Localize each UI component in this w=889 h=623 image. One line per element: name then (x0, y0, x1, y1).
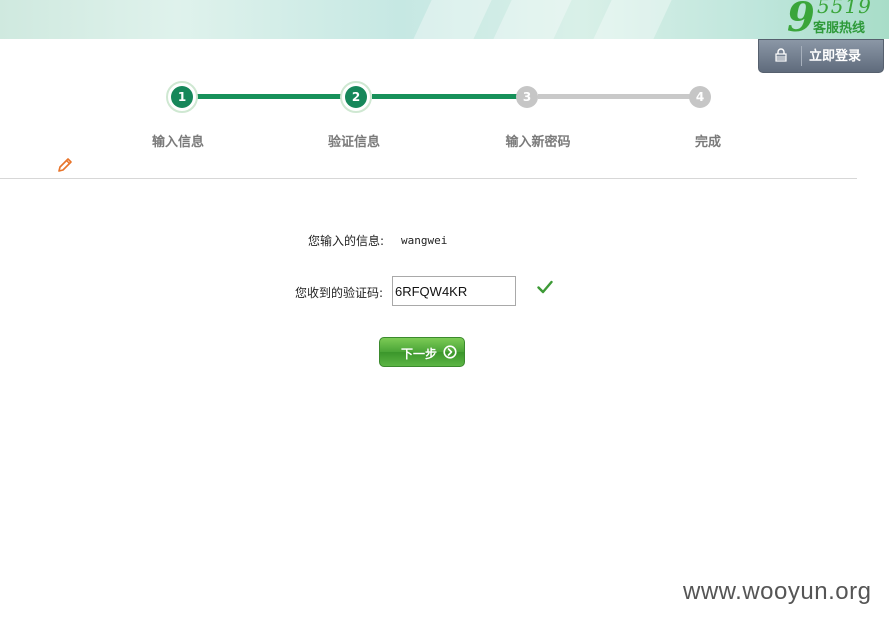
arrow-circle-icon (443, 345, 457, 359)
header-banner: 9 5519 客服热线 (0, 0, 889, 39)
step-3-label: 输入新密码 (505, 135, 571, 150)
section-divider (0, 178, 857, 179)
step-1-number: 1 (171, 86, 193, 108)
header-decoration (579, 0, 681, 39)
login-button-label: 立即登录 (809, 49, 862, 64)
progress-track-done (372, 94, 520, 99)
step-4-label: 完成 (694, 135, 721, 150)
hotline-label: 客服热线 (813, 21, 866, 36)
progress-track-todo (538, 94, 692, 99)
hotline-number: 5519 (817, 0, 872, 18)
step-3-indicator: 3 (511, 81, 543, 113)
step-1-label: 输入信息 (151, 135, 204, 150)
step-2-label: 验证信息 (327, 135, 380, 150)
hotline-logo: 9 5519 客服热线 (787, 0, 883, 39)
checkmark-icon (537, 280, 553, 294)
step-3-number: 3 (516, 86, 538, 108)
verification-code-input[interactable] (392, 276, 516, 306)
next-step-button[interactable]: 下一步 (379, 337, 465, 367)
hotline-big-digit: 9 (787, 0, 815, 39)
step-2-number: 2 (345, 86, 367, 108)
progress-track-done (196, 94, 346, 99)
header-decoration (479, 0, 581, 39)
code-label: 您收到的验证码: (295, 286, 384, 300)
header-decoration (399, 0, 501, 39)
login-button[interactable]: 立即登录 (758, 39, 884, 73)
lock-icon (775, 48, 787, 62)
login-separator (801, 46, 802, 66)
step-4-number: 4 (689, 86, 711, 108)
step-2-indicator: 2 (340, 81, 372, 113)
step-1-indicator: 1 (166, 81, 198, 113)
pencil-icon (58, 158, 72, 172)
info-label: 您输入的信息: (308, 234, 385, 248)
info-value: wangwei (401, 234, 448, 247)
watermark: www.wooyun.org (683, 578, 872, 605)
step-4-indicator: 4 (684, 81, 716, 113)
next-step-label: 下一步 (401, 347, 438, 361)
